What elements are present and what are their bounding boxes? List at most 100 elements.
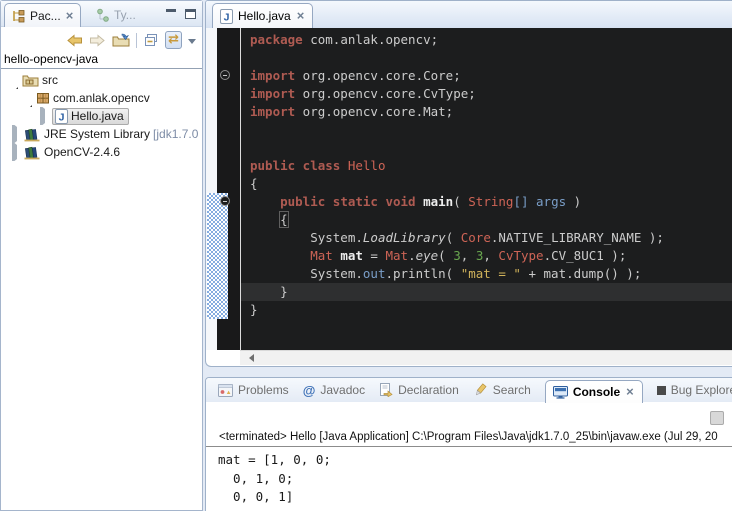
toolbar-separator	[136, 33, 137, 48]
fold-collapse-icon[interactable]	[220, 70, 230, 80]
type-hierarchy-icon	[96, 8, 110, 22]
view-tab-ty[interactable]: Ty...	[90, 3, 142, 27]
project-tree: src com.anlak.opencv J Hello.java JRE System…	[1, 69, 202, 161]
forward-icon	[89, 34, 106, 47]
up-button[interactable]	[112, 31, 130, 49]
console-status-line: <terminated> Hello [Java Application] C:…	[206, 429, 732, 447]
tree-item-hello.java[interactable]: J Hello.java	[1, 107, 202, 125]
tree-item-label: com.anlak.opencv	[53, 91, 150, 105]
view-tab-declaration[interactable]: Declaration	[379, 383, 459, 397]
java-file-icon: J	[220, 9, 233, 24]
close-icon[interactable]: ×	[65, 10, 75, 22]
editor-horizontal-scrollbar[interactable]	[240, 350, 732, 365]
view-tab-label: Pac...	[30, 9, 61, 23]
collapse-all-icon	[143, 33, 159, 47]
package-icon	[36, 91, 50, 105]
tree-item-label: Hello.java	[71, 109, 124, 123]
view-tab-label: Bug Explorer	[671, 383, 732, 397]
view-tab-label: Search	[493, 383, 531, 397]
maximize-icon[interactable]	[185, 9, 196, 19]
code-line[interactable]: }	[250, 301, 732, 319]
bottom-panel-tabbar: Problems @ Javadoc Declaration Search Console…	[206, 378, 732, 402]
console-output-line: 0, 1, 0;	[218, 470, 732, 489]
package-explorer-toolbar: ⇄	[1, 29, 202, 51]
search-icon	[473, 383, 488, 397]
editor-tab-label: Hello.java	[238, 9, 291, 23]
left-panel-tabbar: Pac... × Ty...	[1, 1, 202, 27]
expanded-arrow-icon[interactable]	[11, 73, 18, 89]
project-root-label[interactable]: hello-opencv-java	[1, 51, 202, 69]
code-line[interactable]	[250, 121, 732, 139]
scroll-left-icon[interactable]	[245, 354, 254, 362]
up-icon	[112, 33, 130, 47]
code-line[interactable]: {	[250, 175, 732, 193]
back-icon	[66, 34, 83, 47]
close-icon[interactable]: ×	[296, 10, 306, 22]
view-tab-pac[interactable]: Pac... ×	[4, 3, 81, 27]
expanded-arrow-icon[interactable]	[25, 91, 32, 107]
console-toolbar-button[interactable]	[710, 411, 724, 425]
javadoc-icon: @	[303, 384, 316, 397]
tree-item-src[interactable]: src	[1, 71, 202, 89]
tree-item-jre-system-library[interactable]: JRE System Library [jdk1.7.0	[1, 125, 202, 143]
close-icon[interactable]: ×	[625, 386, 635, 398]
tree-item-com.anlak.opencv[interactable]: com.anlak.opencv	[1, 89, 202, 107]
console-output[interactable]: mat = [1, 0, 0; 0, 1, 0; 0, 0, 1]	[206, 447, 732, 507]
code-line[interactable]: import org.opencv.core.Core;	[250, 67, 732, 85]
tree-item-label: OpenCV-2.4.6	[44, 145, 120, 159]
console-icon	[553, 386, 568, 399]
source-folder-icon	[22, 73, 39, 87]
tree-item-opencv-2.4.6[interactable]: OpenCV-2.4.6	[1, 143, 202, 161]
left-panel-window-buttons	[166, 9, 196, 19]
java-file-icon: J	[55, 109, 68, 124]
editor-tab-hello-java[interactable]: J Hello.java ×	[212, 3, 313, 28]
library-icon	[24, 145, 41, 160]
code-line[interactable]: }	[250, 283, 732, 301]
view-tab-console[interactable]: Console ×	[545, 380, 643, 403]
collapsed-arrow-icon[interactable]	[40, 107, 49, 125]
view-tab-bug-explorer[interactable]: Bug Explorer	[657, 383, 732, 397]
fold-collapse-icon[interactable]	[220, 196, 230, 206]
code-line[interactable]: package com.anlak.opencv;	[250, 31, 732, 49]
collapse-all-button[interactable]	[143, 31, 159, 49]
code-line[interactable]: import org.opencv.core.Mat;	[250, 103, 732, 121]
code-line[interactable]: {	[250, 211, 732, 229]
editor-pane: J Hello.java × package com.anlak.opencv;…	[205, 0, 732, 367]
editor-body[interactable]: package com.anlak.opencv; import org.open…	[206, 28, 732, 350]
code-line[interactable]: public static void main( String[] args )	[250, 193, 732, 211]
view-tab-label: Console	[573, 385, 620, 399]
code-line[interactable]: public class Hello	[250, 157, 732, 175]
tree-item-label: JRE System Library	[44, 127, 150, 141]
editor-range-indicator	[207, 193, 228, 319]
collapsed-arrow-icon[interactable]	[12, 143, 21, 161]
tree-item-label: src	[42, 73, 58, 87]
library-icon	[24, 127, 41, 142]
view-tab-label: Problems	[238, 383, 289, 397]
svg-text:J: J	[224, 11, 230, 23]
tree-item-suffix: [jdk1.7.0	[153, 127, 198, 141]
editor-tabbar: J Hello.java ×	[206, 1, 732, 28]
selected-tree-item[interactable]: J Hello.java	[52, 108, 129, 125]
code-line[interactable]: System.LoadLibrary( Core.NATIVE_LIBRARY_…	[250, 229, 732, 247]
link-with-editor-button[interactable]: ⇄	[165, 31, 182, 49]
svg-text:J: J	[59, 111, 65, 123]
view-menu-button[interactable]	[188, 31, 196, 49]
code-line[interactable]: Mat mat = Mat.eye( 3, 3, CvType.CV_8UC1 …	[250, 247, 732, 265]
code-line[interactable]	[250, 49, 732, 67]
code-line[interactable]: System.out.println( "mat = " + mat.dump(…	[250, 265, 732, 283]
console-output-line: mat = [1, 0, 0;	[218, 451, 732, 470]
package-explorer-icon	[11, 9, 26, 23]
back-button[interactable]	[66, 31, 83, 49]
view-tab-search[interactable]: Search	[473, 383, 531, 397]
minimize-icon[interactable]	[166, 9, 176, 17]
forward-button[interactable]	[89, 31, 106, 49]
code-area[interactable]: package com.anlak.opencv; import org.open…	[241, 28, 732, 350]
collapsed-arrow-icon[interactable]	[12, 125, 21, 143]
code-line[interactable]	[250, 139, 732, 157]
console-output-line: 0, 0, 1]	[218, 488, 732, 507]
view-tab-javadoc[interactable]: @ Javadoc	[303, 383, 365, 397]
view-tab-label: Javadoc	[320, 383, 365, 397]
view-tab-problems[interactable]: Problems	[218, 383, 289, 397]
code-line[interactable]: import org.opencv.core.CvType;	[250, 85, 732, 103]
declaration-icon	[379, 383, 393, 397]
